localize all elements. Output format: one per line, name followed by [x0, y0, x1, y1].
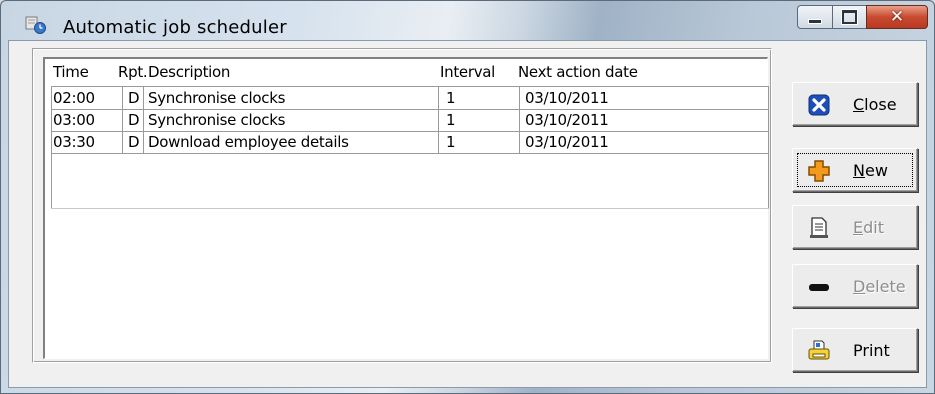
jobs-list[interactable]: Time Rpt. Description Interval Next acti… — [43, 57, 769, 359]
cell-time: 02:00 — [53, 89, 95, 107]
window-close-button[interactable]: ✕ — [866, 5, 928, 29]
cell-interval: 1 — [446, 111, 456, 129]
grid-separator — [519, 86, 520, 153]
minimize-icon — [808, 19, 822, 24]
cell-description: Synchronise clocks — [148, 111, 286, 129]
close-button[interactable]: Close — [792, 82, 918, 126]
cell-time: 03:30 — [53, 133, 95, 151]
title-bar[interactable]: Automatic job scheduler ✕ — [1, 1, 935, 41]
cell-next-action-date: 03/10/2011 — [525, 89, 609, 107]
cell-time: 03:00 — [53, 111, 95, 129]
close-icon: ✕ — [889, 7, 905, 27]
printer-icon — [808, 340, 830, 360]
cell-description: Download employee details — [148, 133, 349, 151]
grid-separator — [122, 86, 123, 153]
delete-button-label: Delete — [853, 277, 906, 296]
grid-bottom-line — [51, 208, 769, 209]
cell-rpt: D — [128, 89, 140, 107]
cell-rpt: D — [128, 133, 140, 151]
close-button-label: Close — [853, 95, 897, 114]
table-row[interactable]: 03:30 D Download employee details 1 03/1… — [51, 131, 769, 154]
new-button[interactable]: New — [792, 148, 918, 192]
grid-left-line — [51, 86, 52, 208]
table-row[interactable]: 03:00 D Synchronise clocks 1 03/10/2011 — [51, 109, 769, 132]
scheduler-app-icon — [25, 16, 46, 34]
grid-separator — [438, 86, 439, 153]
window-title: Automatic job scheduler — [63, 17, 287, 38]
cell-next-action-date: 03/10/2011 — [525, 111, 609, 129]
cell-interval: 1 — [446, 89, 456, 107]
edit-button[interactable]: Edit — [792, 205, 918, 249]
document-edit-icon — [810, 217, 828, 238]
new-button-label: New — [853, 161, 888, 180]
minimize-button[interactable] — [797, 5, 832, 29]
cell-interval: 1 — [446, 133, 456, 151]
grid-separator — [143, 86, 144, 153]
column-header-time[interactable]: Time — [53, 59, 89, 86]
print-button-label: Print — [853, 341, 890, 360]
print-button[interactable]: Print — [792, 328, 918, 372]
plus-icon — [808, 160, 830, 182]
maximize-button[interactable] — [832, 5, 866, 29]
cell-description: Synchronise clocks — [148, 89, 286, 107]
close-x-icon — [808, 94, 830, 116]
column-header-interval[interactable]: Interval — [440, 59, 495, 86]
maximize-icon — [842, 10, 857, 24]
cell-next-action-date: 03/10/2011 — [525, 133, 609, 151]
minus-icon — [809, 284, 829, 291]
delete-button[interactable]: Delete — [792, 264, 918, 308]
column-header-rpt[interactable]: Rpt. — [118, 59, 148, 86]
grid-right-line — [768, 86, 769, 208]
edit-button-label: Edit — [853, 218, 884, 237]
column-header-description[interactable]: Description — [148, 59, 230, 86]
table-row[interactable]: 02:00 D Synchronise clocks 1 03/10/2011 — [51, 87, 769, 110]
column-header-next-action-date[interactable]: Next action date — [518, 59, 638, 86]
cell-rpt: D — [128, 111, 140, 129]
